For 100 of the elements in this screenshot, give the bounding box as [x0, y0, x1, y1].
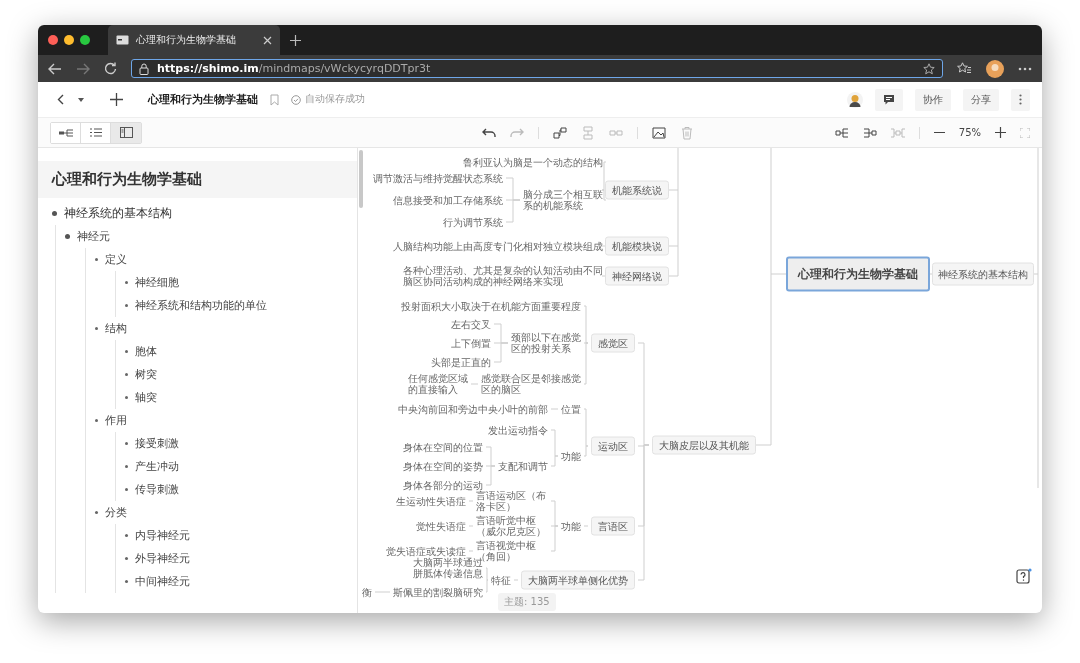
- mindmap-node[interactable]: 神经系统的基本结构: [932, 262, 1034, 286]
- root-node[interactable]: 心理和行为生物学基础: [786, 256, 930, 292]
- layout-right-icon[interactable]: [834, 126, 849, 139]
- outline-item[interactable]: 产生冲动: [135, 459, 179, 474]
- comment-button[interactable]: [875, 88, 903, 111]
- more-icon[interactable]: [1018, 66, 1032, 71]
- mindmap-node[interactable]: 功能: [561, 450, 581, 462]
- outline-item[interactable]: 定义: [105, 252, 127, 267]
- view-toggle-button[interactable]: [51, 122, 81, 143]
- mindmap-node[interactable]: 支配和调节: [498, 460, 548, 472]
- mindmap-node[interactable]: 任何感觉区域的直接输入: [408, 373, 468, 395]
- bullet-icon: [125, 281, 128, 284]
- outline-item[interactable]: 神经系统的基本结构: [64, 205, 172, 222]
- outline-item[interactable]: 神经元: [77, 229, 110, 244]
- chevron-left-icon: [57, 94, 64, 105]
- mindmap-node[interactable]: 斯佩里的割裂脑研究: [393, 586, 483, 598]
- star-icon[interactable]: [923, 62, 935, 75]
- mindmap-node[interactable]: 头部是正直的: [431, 356, 491, 368]
- mindmap-node[interactable]: 言语听觉中枢（威尔尼克区）: [476, 515, 548, 537]
- close-window-button[interactable]: [48, 35, 58, 45]
- mindmap-node[interactable]: 大脑两半球通过胼胝体传递信息: [413, 557, 483, 579]
- mindmap-node[interactable]: 神经网络说: [605, 266, 669, 286]
- bullet-icon: [125, 373, 128, 376]
- profile-avatar[interactable]: [986, 59, 1004, 78]
- outline-item[interactable]: 外导神经元: [135, 551, 190, 566]
- mindmap-node[interactable]: 中央沟前回和旁边中央小叶的前部: [398, 403, 548, 415]
- mindmap-node[interactable]: 人脑结构功能上由高度专门化相对独立模块组成: [393, 240, 603, 252]
- outline-item[interactable]: 神经细胞: [135, 275, 179, 290]
- header-button[interactable]: 分享: [963, 88, 999, 111]
- mindmap-node[interactable]: 位置: [561, 403, 581, 415]
- header-button[interactable]: 协作: [915, 88, 951, 111]
- address-field[interactable]: https://shimo.im/mindmaps/vWckycyrqDDTpr3t: [131, 59, 943, 78]
- mindmap-node[interactable]: 功能: [561, 520, 581, 532]
- maximize-window-button[interactable]: [80, 35, 90, 45]
- mindmap-node[interactable]: 觉失语症或失读症: [386, 545, 466, 557]
- back-icon[interactable]: [48, 62, 62, 75]
- mindmap-node[interactable]: 大脑皮层以及其机能: [652, 435, 756, 455]
- add-child-icon[interactable]: [553, 125, 568, 140]
- mindmap-node[interactable]: 运动区: [591, 436, 635, 456]
- mindmap-node[interactable]: 感觉联合区是邻接感觉区的脑区: [481, 373, 581, 395]
- mindmap-node[interactable]: 言语运动区（布洛卡区）: [476, 490, 548, 512]
- outline-item[interactable]: 分类: [105, 505, 127, 520]
- mindmap-node[interactable]: 身体在空间的姿势: [403, 460, 483, 472]
- mindmap-node[interactable]: 左右交叉: [451, 318, 491, 330]
- mindmap-node[interactable]: 调节激活与维持觉醒状态系统: [373, 172, 503, 184]
- bullet-icon: [125, 488, 128, 491]
- lock-icon: [139, 62, 149, 75]
- topic-count: 主题: 135: [498, 593, 556, 611]
- mindmap-node[interactable]: 鲁利亚认为脑是一个动态的结构: [463, 156, 603, 168]
- mindmap-icon: [58, 128, 73, 137]
- browser-tab[interactable]: 心理和行为生物学基础: [108, 25, 280, 55]
- page-icon: [116, 35, 129, 45]
- close-icon[interactable]: [263, 35, 272, 45]
- mindmap-node[interactable]: 感觉区: [591, 333, 635, 353]
- outline-item[interactable]: 作用: [105, 413, 127, 428]
- mindmap-node[interactable]: 发出运动指令: [488, 424, 548, 436]
- more-icon: [1019, 94, 1022, 105]
- mindmap-node[interactable]: 投射面积大小取决于在机能方面重要程度: [401, 300, 581, 312]
- view-toggle-button[interactable]: [111, 122, 141, 143]
- outline-item[interactable]: 接受刺激: [135, 436, 179, 451]
- layout-left-icon[interactable]: [862, 126, 877, 139]
- mindmap-node[interactable]: 各种心理活动、尤其是复杂的认知活动由不同脑区协同活动构成的神经网络来实现: [403, 265, 603, 287]
- bullet-icon: [125, 534, 128, 537]
- mindmap-node[interactable]: 机能系统说: [605, 180, 669, 200]
- mindmap-node[interactable]: 特征: [491, 574, 511, 586]
- outline-item[interactable]: 传导刺激: [135, 482, 179, 497]
- bullet-icon: [52, 211, 57, 216]
- mindmap-node[interactable]: 身体各部分的运动: [403, 479, 483, 491]
- outline-item[interactable]: 神经系统和结构功能的单位: [135, 298, 267, 313]
- bullet-icon: [125, 580, 128, 583]
- forward-icon[interactable]: [76, 62, 90, 75]
- collaborator-avatar[interactable]: [847, 91, 863, 108]
- image-icon[interactable]: [652, 125, 667, 140]
- outline-item[interactable]: 树突: [135, 367, 157, 382]
- outline-item[interactable]: 中间神经元: [135, 574, 190, 589]
- mindmap-node[interactable]: 大脑两半球单侧化优势: [521, 570, 635, 590]
- outline-item[interactable]: 轴突: [135, 390, 157, 405]
- favorites-icon[interactable]: [957, 62, 972, 75]
- help-icon[interactable]: [1016, 568, 1032, 585]
- zoom-in-icon[interactable]: [995, 127, 1006, 138]
- view-toggle-button[interactable]: [81, 122, 111, 143]
- mindmap-node[interactable]: 衡: [362, 586, 372, 598]
- outline-item[interactable]: 胞体: [135, 344, 157, 359]
- mindmap-node[interactable]: 信息接受和加工存储系统: [393, 194, 503, 206]
- mindmap-node[interactable]: 颈部以下在感觉区的投射关系: [511, 332, 581, 354]
- mindmap-node[interactable]: 言语区: [591, 516, 635, 536]
- new-tab-icon[interactable]: [290, 34, 301, 46]
- reload-icon[interactable]: [104, 62, 117, 75]
- mindmap-node[interactable]: 行为调节系统: [443, 216, 503, 228]
- mindmap-node[interactable]: 脑分成三个相互联系的机能系统: [523, 189, 603, 211]
- mindmap-node[interactable]: 机能模块说: [605, 236, 669, 256]
- outline-item[interactable]: 结构: [105, 321, 127, 336]
- mindmap-node[interactable]: 觉性失语症: [416, 520, 466, 532]
- mindmap-node[interactable]: 生运动性失语症: [396, 495, 466, 507]
- minimize-window-button[interactable]: [64, 35, 74, 45]
- outline-item[interactable]: 内导神经元: [135, 528, 190, 543]
- zoom-level: 75%: [958, 127, 981, 138]
- mindmap-node[interactable]: 上下倒置: [451, 337, 491, 349]
- bullet-icon: [65, 234, 70, 239]
- mindmap-node[interactable]: 身体在空间的位置: [403, 441, 483, 453]
